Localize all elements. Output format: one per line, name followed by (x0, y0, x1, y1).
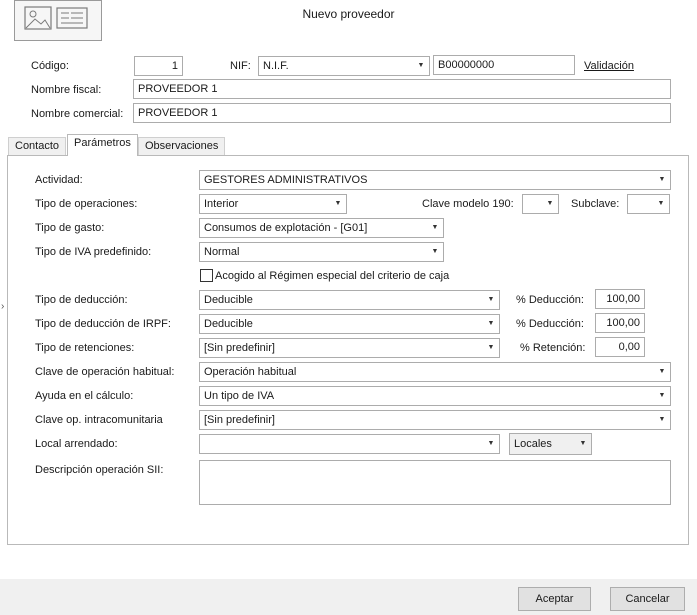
pct-deduccion-label: % Deducción: (516, 294, 584, 306)
subclave-label: Subclave: (571, 198, 620, 210)
clave-intracom-select[interactable]: [Sin predefinir] ▼ (199, 410, 671, 430)
chevron-down-icon: ▼ (658, 368, 666, 375)
tab-observaciones[interactable]: Observaciones (138, 137, 226, 155)
chevron-down-icon: ▼ (431, 224, 439, 231)
nombre-comercial-input[interactable]: PROVEEDOR 1 (133, 103, 671, 123)
subclave-select[interactable]: ▼ (627, 194, 670, 214)
clave-operacion-select[interactable]: Operación habitual ▼ (199, 362, 671, 382)
nif-label: NIF: (230, 60, 251, 72)
local-arrendado-label: Local arrendado: (35, 438, 118, 450)
cancel-button[interactable]: Cancelar (610, 587, 685, 611)
window-title: Nuevo proveedor (302, 7, 395, 21)
tipo-deduccion-irpf-select[interactable]: Deducible ▼ (199, 314, 500, 334)
header-bar: Nuevo proveedor (0, 0, 697, 44)
tipo-deduccion-label: Tipo de deducción: (35, 294, 128, 306)
chevron-down-icon: ▼ (657, 200, 665, 207)
chevron-down-icon: ▼ (658, 176, 666, 183)
chevron-down-icon: ▼ (487, 344, 495, 351)
pct-deduccion-input[interactable]: 100,00 (595, 289, 645, 309)
clave-modelo-label: Clave modelo 190: (422, 198, 514, 210)
pct-deduccion-irpf-label: % Deducción: (516, 318, 584, 330)
tipo-iva-value: Normal (204, 246, 240, 258)
pct-deduccion-irpf-input[interactable]: 100,00 (595, 313, 645, 333)
tab-parametros[interactable]: Parámetros (67, 134, 138, 156)
pct-retencion-label: % Retención: (520, 342, 586, 354)
chevron-down-icon: ▼ (487, 320, 495, 327)
chevron-right-icon[interactable]: › (1, 301, 4, 312)
descripcion-sii-label: Descripción operación SII: (35, 464, 164, 476)
tipo-iva-label: Tipo de IVA predefinido: (35, 246, 152, 258)
tipo-iva-select[interactable]: Normal ▼ (199, 242, 444, 262)
tipo-retenciones-value: [Sin predefinir] (204, 342, 275, 354)
chevron-down-icon: ▼ (658, 392, 666, 399)
criterio-caja-checkbox[interactable] (200, 269, 213, 282)
codigo-input[interactable]: 1 (134, 56, 183, 76)
clave-intracom-value: [Sin predefinir] (204, 414, 275, 426)
chevron-down-icon: ▼ (431, 248, 439, 255)
chevron-down-icon: ▼ (487, 296, 495, 303)
tipo-gasto-value: Consumos de explotación - [G01] (204, 222, 368, 234)
pct-retencion-input[interactable]: 0,00 (595, 337, 645, 357)
chevron-down-icon: ▼ (334, 200, 342, 207)
chevron-down-icon: ▼ (546, 200, 554, 207)
accept-button[interactable]: Aceptar (518, 587, 591, 611)
tipo-deduccion-irpf-value: Deducible (204, 318, 253, 330)
chevron-down-icon: ▼ (658, 416, 666, 423)
ayuda-calculo-select[interactable]: Un tipo de IVA ▼ (199, 386, 671, 406)
chevron-down-icon: ▼ (579, 440, 587, 447)
nif-type-select[interactable]: N.I.F. ▼ (258, 56, 430, 76)
nombre-fiscal-label: Nombre fiscal: (31, 84, 102, 96)
descripcion-sii-textarea[interactable] (199, 460, 671, 505)
ayuda-calculo-label: Ayuda en el cálculo: (35, 390, 134, 402)
chevron-down-icon: ▼ (417, 62, 425, 69)
clave-operacion-label: Clave de operación habitual: (35, 366, 175, 378)
footer-bar (0, 579, 697, 615)
nombre-comercial-label: Nombre comercial: (31, 108, 124, 120)
chevron-down-icon: ▼ (487, 440, 495, 447)
codigo-label: Código: (31, 60, 69, 72)
clave-operacion-value: Operación habitual (204, 366, 297, 378)
clave-intracom-label: Clave op. intracomunitaria (35, 414, 163, 426)
tipo-retenciones-label: Tipo de retenciones: (35, 342, 135, 354)
tipo-gasto-select[interactable]: Consumos de explotación - [G01] ▼ (199, 218, 444, 238)
tipo-deduccion-value: Deducible (204, 294, 253, 306)
tab-contacto[interactable]: Contacto (8, 137, 67, 155)
clave-modelo-select[interactable]: ▼ (522, 194, 559, 214)
actividad-select[interactable]: GESTORES ADMINISTRATIVOS ▼ (199, 170, 671, 190)
tipo-operaciones-value: Interior (204, 198, 239, 210)
locales-button[interactable]: Locales ▼ (509, 433, 592, 455)
criterio-caja-label: Acogido al Régimen especial del criterio… (215, 270, 450, 282)
local-arrendado-select[interactable]: ▼ (199, 434, 500, 454)
tipo-retenciones-select[interactable]: [Sin predefinir] ▼ (199, 338, 500, 358)
ayuda-calculo-value: Un tipo de IVA (204, 390, 275, 402)
locales-label: Locales (514, 438, 552, 450)
nombre-fiscal-input[interactable]: PROVEEDOR 1 (133, 79, 671, 99)
actividad-value: GESTORES ADMINISTRATIVOS (204, 174, 368, 186)
validacion-link[interactable]: Validación (584, 58, 634, 74)
nif-type-value: N.I.F. (263, 60, 289, 72)
tipo-operaciones-label: Tipo de operaciones: (35, 198, 138, 210)
tipo-deduccion-irpf-label: Tipo de deducción de IRPF: (35, 318, 171, 330)
nif-input[interactable]: B00000000 (433, 55, 575, 75)
actividad-label: Actividad: (35, 174, 83, 186)
tipo-deduccion-select[interactable]: Deducible ▼ (199, 290, 500, 310)
tipo-gasto-label: Tipo de gasto: (35, 222, 105, 234)
tipo-operaciones-select[interactable]: Interior ▼ (199, 194, 347, 214)
